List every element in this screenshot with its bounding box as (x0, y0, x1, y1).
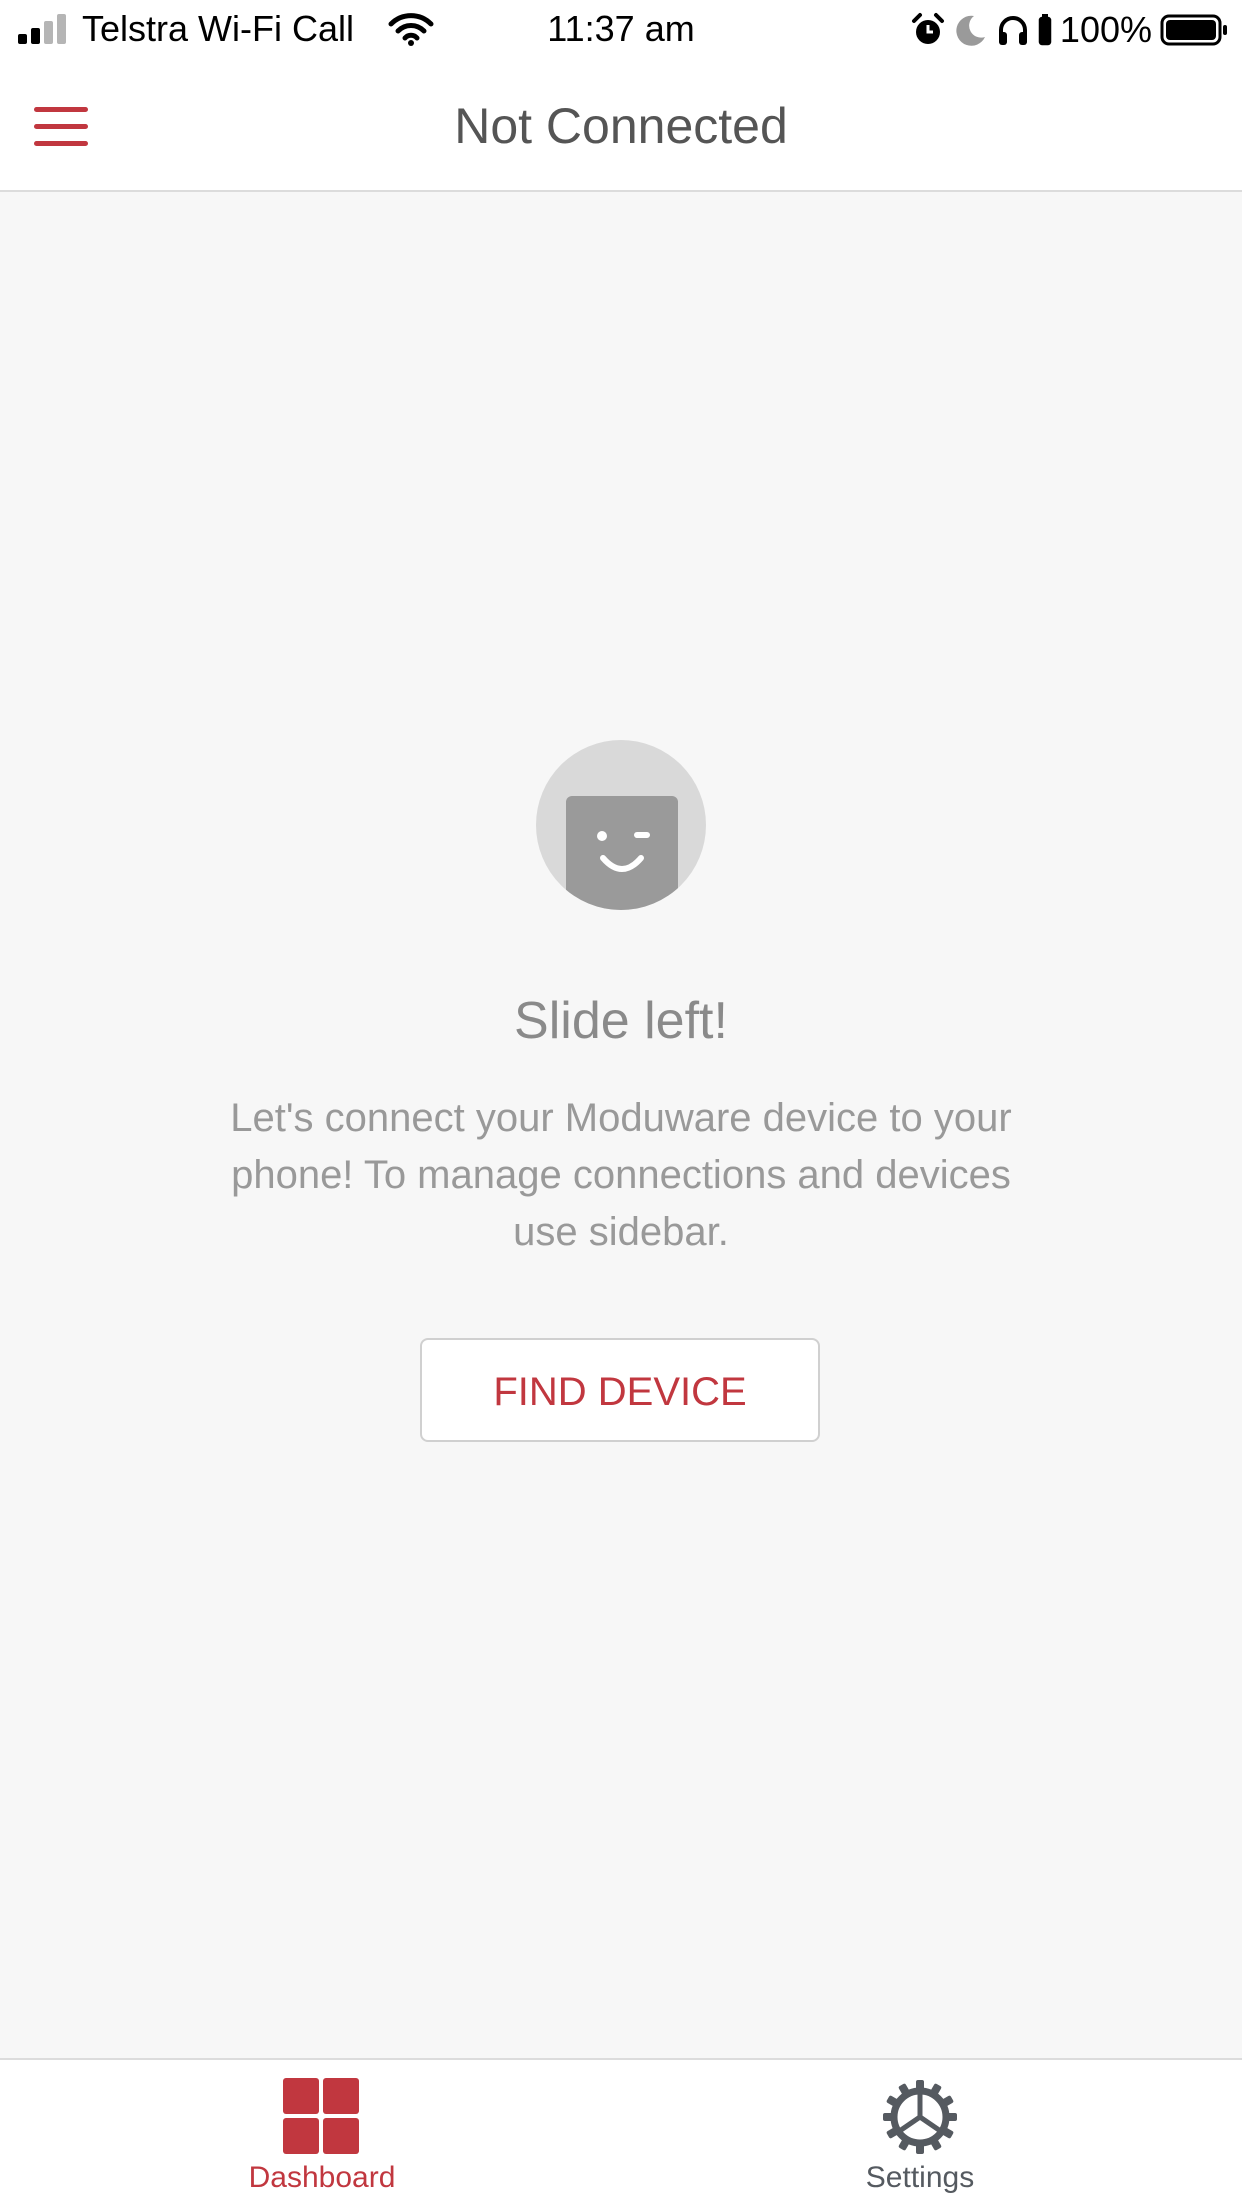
tab-settings-label: Settings (865, 2161, 975, 2194)
tab-bar: Dashboard Settings (0, 2058, 1242, 2210)
status-icons: 100% (910, 10, 1230, 50)
battery-icon (1160, 14, 1227, 46)
empty-state-title: Slide left! (514, 992, 728, 1050)
alarm-icon (911, 13, 944, 44)
empty-state-instructions: Let's connect your Moduware device to yo… (230, 1096, 1012, 1254)
tab-dashboard-label: Dashboard (248, 2161, 396, 2194)
headphones-icon (998, 16, 1027, 45)
do-not-disturb-moon-icon (956, 15, 985, 46)
headphone-battery-icon (1038, 14, 1052, 46)
tab-settings[interactable]: Settings (770, 2060, 1070, 2210)
app-header: Not Connected (0, 62, 1242, 192)
battery-percentage: 100% (1059, 9, 1152, 50)
dashboard-grid-icon (283, 2078, 361, 2156)
tab-dashboard[interactable]: Dashboard (172, 2060, 472, 2210)
winking-robot-face-icon (566, 796, 678, 910)
find-device-button[interactable]: FIND DEVICE (420, 1338, 820, 1442)
device-avatar (536, 740, 706, 910)
gear-icon (883, 2080, 957, 2154)
page-title: Not Connected (454, 98, 788, 154)
status-bar: Telstra Wi-Fi Call 11:37 am 100% (0, 0, 1242, 62)
